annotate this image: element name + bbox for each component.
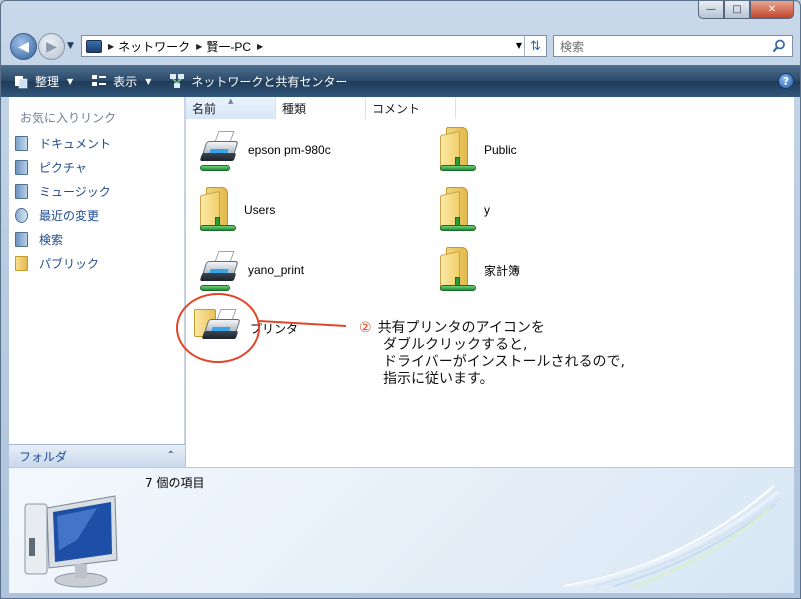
sidebar-item-label: パブリック xyxy=(39,257,100,271)
organize-menu[interactable]: 整理 ▼ xyxy=(7,69,79,93)
annotation-callout: ② 共有プリンタのアイコンを ダブルクリックすると, ドライバーがインストールされ… xyxy=(359,320,625,388)
favorites-title: お気に入りリンク xyxy=(20,111,117,125)
item-label: epson pm-980c xyxy=(248,143,331,157)
sidebar-item-label: ドキュメント xyxy=(39,137,112,151)
item-count: 7 個の項目 xyxy=(145,476,205,490)
music-icon xyxy=(15,184,28,199)
sidebar-item-documents[interactable]: ドキュメント xyxy=(15,135,111,152)
sidebar-item-public[interactable]: パブリック xyxy=(15,255,99,272)
network-center-button[interactable]: ネットワークと共有センター xyxy=(163,69,353,93)
pictures-icon xyxy=(15,160,28,175)
column-type-label: 種類 xyxy=(282,101,307,116)
item-label: 家計簿 xyxy=(484,263,521,278)
folders-toggle[interactable]: フォルダ ⌃ xyxy=(9,444,185,468)
network-center-label: ネットワークと共有センター xyxy=(191,74,348,89)
chevron-down-icon: ▼ xyxy=(145,76,152,86)
forward-button[interactable]: ▶ xyxy=(38,33,65,60)
column-comment-label: コメント xyxy=(372,101,421,116)
navigation-pane: お気に入りリンク ドキュメント ピクチャ ミュージック 最近の変更 検索 パブリ… xyxy=(9,97,185,467)
close-button[interactable]: ✕ xyxy=(750,1,794,19)
list-item[interactable]: epson pm-980c xyxy=(198,127,331,173)
sidebar-item-search[interactable]: 検索 xyxy=(15,231,63,248)
view-label: 表示 xyxy=(113,74,138,89)
back-button[interactable]: ◀ xyxy=(10,33,37,60)
shared-folder-icon xyxy=(198,187,238,233)
column-comment[interactable]: コメント xyxy=(366,97,456,119)
annotation-line: 共有プリンタのアイコンを xyxy=(377,320,545,336)
file-list: ▲ 名前 種類 コメント epson pm-980c Public Users … xyxy=(186,97,794,467)
organize-label: 整理 xyxy=(35,74,60,89)
column-name-label: 名前 xyxy=(192,101,217,116)
maximize-button[interactable]: □ xyxy=(724,1,750,19)
shared-folder-icon xyxy=(438,247,478,293)
refresh-icon[interactable]: ⇅ xyxy=(524,36,546,56)
search-icon[interactable] xyxy=(772,39,786,53)
recent-pages-dropdown[interactable]: ▼ xyxy=(67,41,74,51)
help-icon[interactable]: ? xyxy=(778,73,794,89)
printer-icon xyxy=(198,127,242,173)
organize-icon xyxy=(15,76,28,89)
title-buttons: — □ ✕ xyxy=(698,1,794,19)
list-item[interactable]: yano_print xyxy=(198,247,304,293)
breadcrumb-separator-icon[interactable]: ▶ xyxy=(108,42,114,51)
sidebar-item-label: ピクチャ xyxy=(39,161,87,175)
chevron-up-icon: ⌃ xyxy=(166,450,175,461)
search-folder-icon xyxy=(15,232,28,247)
network-icon xyxy=(86,39,102,53)
breadcrumb-network[interactable]: ネットワーク xyxy=(118,38,190,55)
column-name[interactable]: ▲ 名前 xyxy=(186,97,276,119)
item-label: Users xyxy=(244,203,276,217)
details-pane: 7 個の項目 xyxy=(9,467,794,593)
list-item[interactable]: y xyxy=(438,187,490,233)
search-placeholder: 検索 xyxy=(560,39,585,54)
sidebar-item-label: 最近の変更 xyxy=(39,209,100,223)
breadcrumb-computer[interactable]: 賢一-PC xyxy=(206,38,251,55)
annotation-line: ダブルクリックすると, xyxy=(383,337,528,353)
annotation-circle xyxy=(176,293,260,363)
shared-folder-icon xyxy=(438,127,478,173)
sidebar-item-label: 検索 xyxy=(39,233,64,247)
item-label: y xyxy=(484,203,490,217)
computer-icon xyxy=(24,495,118,588)
column-headers: ▲ 名前 種類 コメント xyxy=(186,97,456,119)
list-item[interactable]: Public xyxy=(438,127,517,173)
sidebar-item-music[interactable]: ミュージック xyxy=(15,183,111,200)
command-bar: 整理 ▼ 表示 ▼ ネットワークと共有センター ? xyxy=(1,65,800,97)
list-item[interactable]: Users xyxy=(198,187,275,233)
column-type[interactable]: 種類 xyxy=(276,97,366,119)
list-item[interactable]: 家計簿 xyxy=(438,247,520,293)
annotation-number: ② xyxy=(359,320,372,336)
search-input[interactable]: 検索 xyxy=(553,35,793,57)
folders-label: フォルダ xyxy=(19,450,68,464)
address-bar[interactable]: ▶ ネットワーク ▶ 賢一-PC ▶ ▼ ⇅ xyxy=(81,35,547,57)
annotation-line: ドライバーがインストールされるので, xyxy=(383,354,625,370)
address-dropdown-icon[interactable]: ▼ xyxy=(516,41,522,50)
printer-icon xyxy=(198,247,242,293)
chevron-down-icon: ▼ xyxy=(67,76,74,86)
explorer-window: — □ ✕ ◀ ▶ ▼ ▶ ネットワーク ▶ 賢一-PC ▶ ▼ ⇅ 検索 整理… xyxy=(0,0,801,599)
minimize-button[interactable]: — xyxy=(698,1,724,19)
recent-icon xyxy=(15,208,28,223)
documents-icon xyxy=(15,136,28,151)
sidebar-item-label: ミュージック xyxy=(39,185,111,199)
item-label: Public xyxy=(484,143,517,157)
shared-folder-icon xyxy=(438,187,478,233)
sort-ascending-icon: ▲ xyxy=(228,97,234,105)
view-icon xyxy=(92,75,107,86)
public-folder-icon xyxy=(15,256,28,271)
view-menu[interactable]: 表示 ▼ xyxy=(85,69,157,93)
item-label: yano_print xyxy=(248,263,305,277)
breadcrumb-separator-icon[interactable]: ▶ xyxy=(257,42,263,51)
sidebar-item-pictures[interactable]: ピクチャ xyxy=(15,159,87,176)
breadcrumb-separator-icon[interactable]: ▶ xyxy=(196,42,202,51)
network-center-icon xyxy=(170,74,185,88)
sidebar-item-recent[interactable]: 最近の変更 xyxy=(15,207,99,224)
decorative-swoosh xyxy=(564,485,781,588)
annotation-line: 指示に従います。 xyxy=(383,371,494,387)
